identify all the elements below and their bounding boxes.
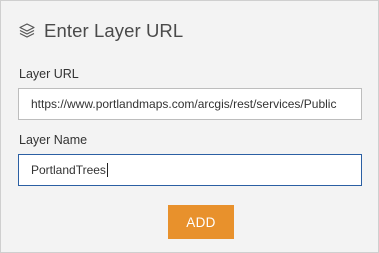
layer-name-value: PortlandTrees [31,163,106,177]
layer-name-input[interactable]: PortlandTrees [18,154,362,186]
layer-url-label: Layer URL [19,67,79,81]
layer-url-input[interactable]: https://www.portlandmaps.com/arcgis/rest… [18,88,362,120]
layer-name-label: Layer Name [19,133,88,147]
enter-layer-url-panel: Enter Layer URL Layer URL https://www.po… [0,0,379,253]
layer-url-value: https://www.portlandmaps.com/arcgis/rest… [31,97,337,111]
text-caret [106,162,108,177]
panel-header: Enter Layer URL [17,19,183,43]
layers-icon [17,21,37,41]
add-button[interactable]: ADD [168,205,234,239]
panel-title: Enter Layer URL [44,20,184,41]
